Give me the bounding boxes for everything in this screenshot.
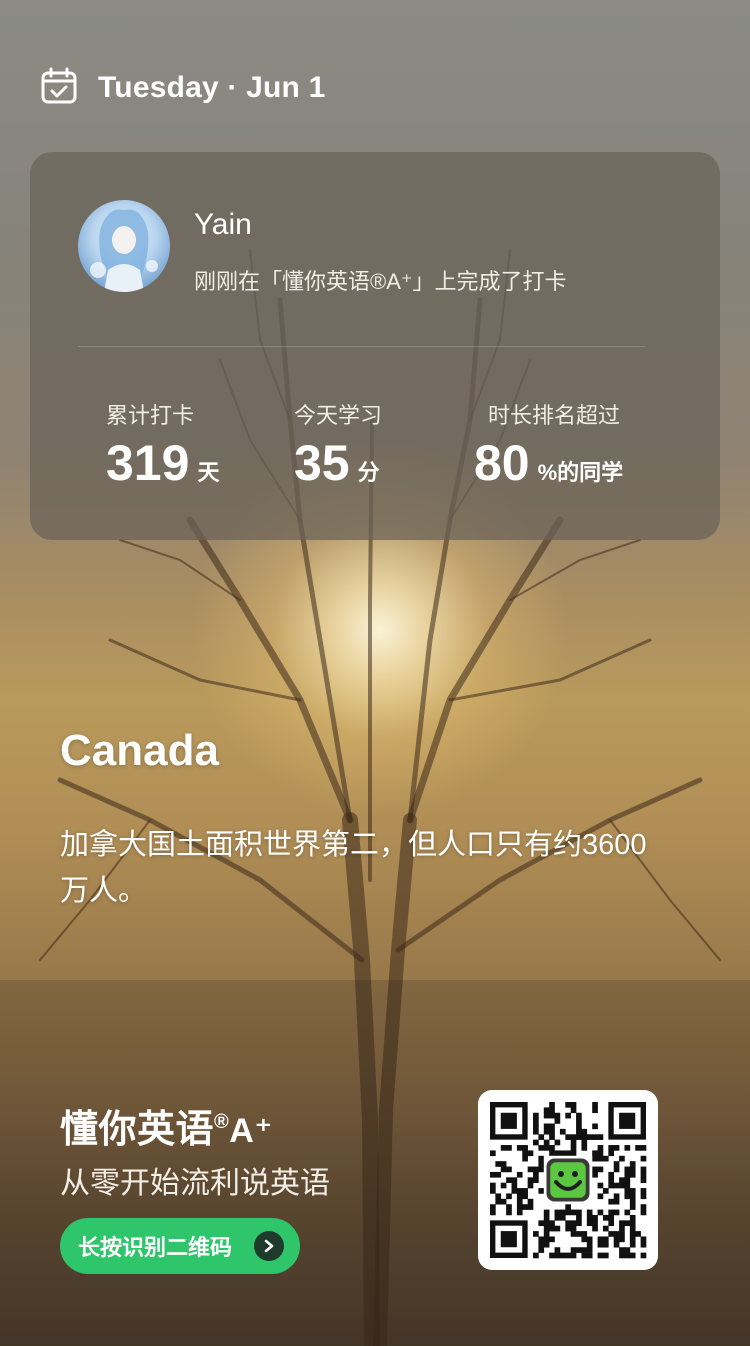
content-fact: 加拿大国土面积世界第二，但人口只有约3600万人。 xyxy=(60,829,647,907)
stat-value: 35 xyxy=(294,435,350,491)
chevron-right-icon xyxy=(254,1231,284,1261)
stat-value: 319 xyxy=(106,435,190,491)
stat-unit: 分 xyxy=(357,460,380,485)
stat-unit: 天 xyxy=(197,460,220,485)
brand-slogan: 从零开始流利说英语 xyxy=(60,1167,330,1200)
avatar[interactable] xyxy=(78,200,170,292)
stat-total-checkins: 累计打卡 319 天 xyxy=(106,398,219,492)
stat-label: 时长排名超过 xyxy=(488,403,621,428)
stat-label: 累计打卡 xyxy=(106,403,195,428)
brand-prefix: 懂你英语 xyxy=(60,1109,215,1151)
stat-unit: %的同学 xyxy=(537,460,624,485)
checkin-status-text: 刚刚在「懂你英语®A⁺」上完成了打卡 xyxy=(194,269,567,294)
brand-suffix: A⁺ xyxy=(229,1112,273,1150)
calendar-check-icon xyxy=(40,67,78,110)
date-text: Tuesday · Jun 1 xyxy=(98,71,326,104)
brand-name: 懂你英语®A⁺ xyxy=(60,1098,273,1153)
content-headline: Canada xyxy=(60,726,219,775)
checkin-card: Yain 刚刚在「懂你英语®A⁺」上完成了打卡 累计打卡 319 天 今天学习 3… xyxy=(30,152,720,540)
card-divider xyxy=(78,346,645,347)
user-name: Yain xyxy=(194,208,252,241)
stat-today-study: 今天学习 35 分 xyxy=(294,398,382,492)
qr-code[interactable] xyxy=(478,1090,658,1270)
stat-value: 80 xyxy=(474,435,530,491)
scan-qr-button[interactable]: 长按识别二维码 xyxy=(60,1218,300,1274)
cta-label: 长按识别二维码 xyxy=(78,1235,233,1260)
brand-reg-mark: ® xyxy=(214,1111,230,1133)
stat-ranking: 时长排名超过 80 %的同学 xyxy=(474,398,623,492)
stat-label: 今天学习 xyxy=(294,403,383,428)
qr-code-icon xyxy=(490,1102,647,1259)
date-header: Tuesday · Jun 1 xyxy=(40,67,326,110)
